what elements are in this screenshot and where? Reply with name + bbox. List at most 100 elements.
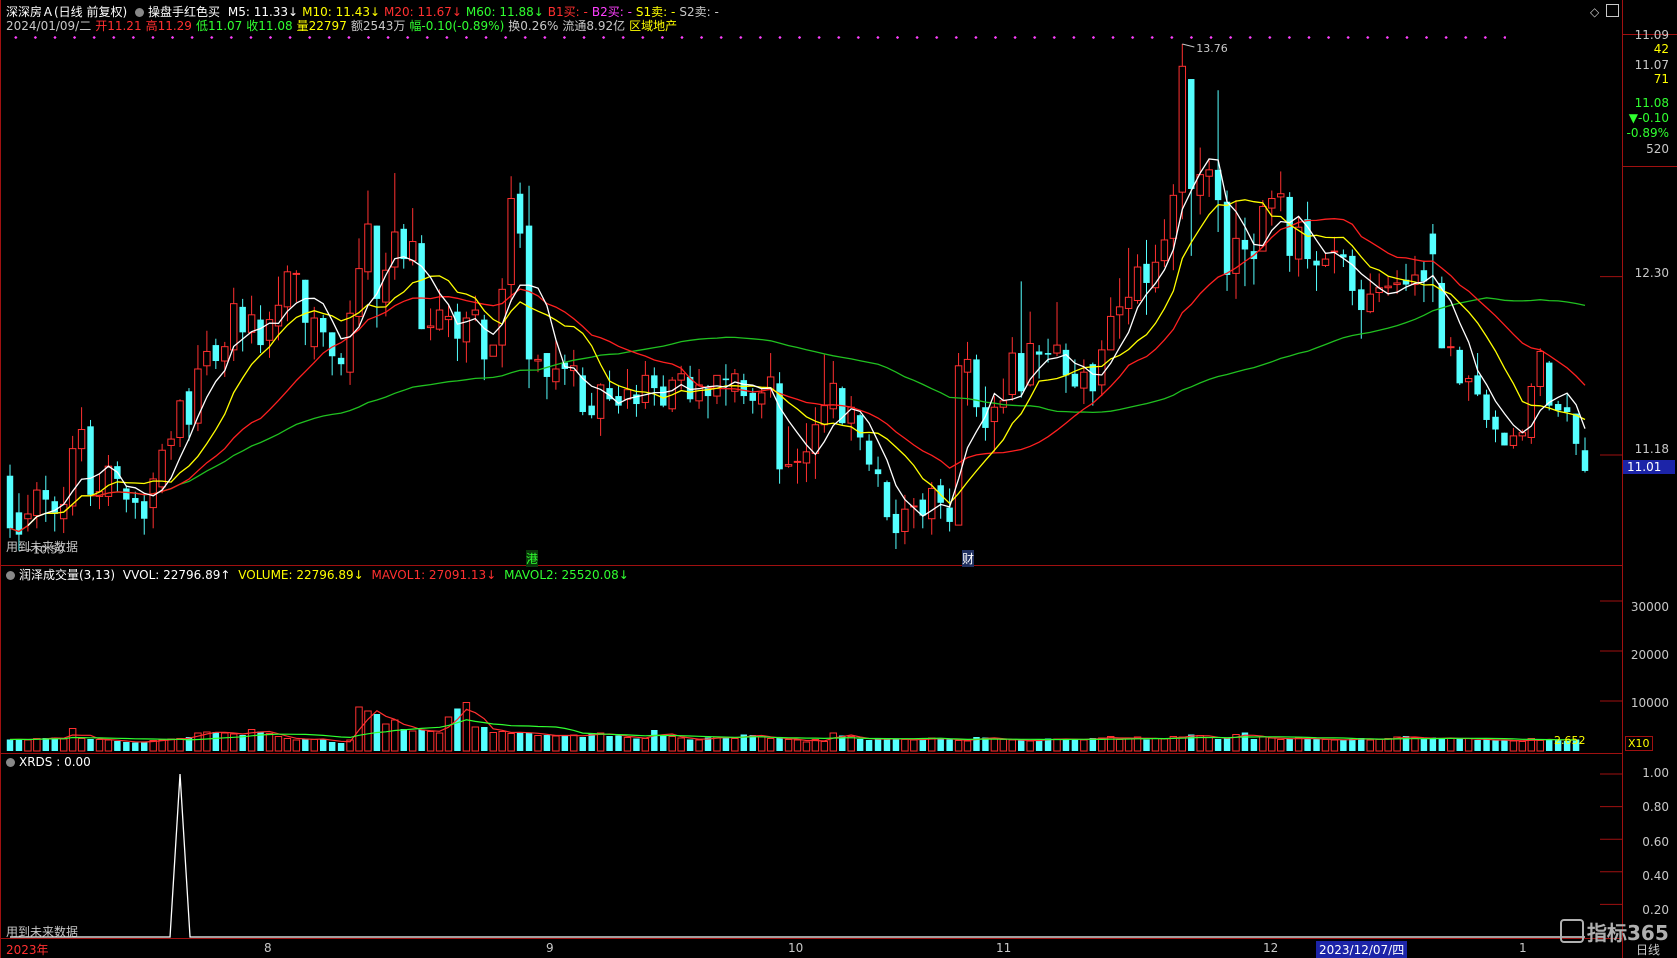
candle-body (507, 198, 515, 286)
candle (1089, 362, 1097, 406)
candle-body (1053, 344, 1061, 354)
candle-body (874, 469, 882, 475)
candle-body (1366, 293, 1374, 313)
volume-bar (1053, 738, 1061, 752)
volume-bar (132, 742, 139, 751)
candle (141, 493, 148, 535)
candle-body (1545, 362, 1553, 406)
candle (176, 399, 184, 448)
candle-body (1223, 201, 1231, 275)
volume-bar (516, 732, 524, 751)
candle (1358, 279, 1365, 339)
price-chart[interactable]: 13.7610.59 (0, 34, 1622, 564)
indicator-name[interactable]: 操盘手红色买 (148, 5, 220, 19)
volume-bar (6, 739, 14, 751)
candle (1268, 190, 1276, 226)
current-price-tag: 11.01 (1623, 460, 1675, 474)
volume-bar (660, 735, 667, 751)
quote-value-0: 11.09 (1634, 28, 1669, 42)
candle-body (1456, 349, 1463, 384)
xrds-tick: 0.40 (1642, 869, 1669, 883)
volume-bar (454, 708, 461, 751)
candle (1098, 340, 1106, 397)
candle-body (1483, 394, 1490, 420)
marker-gang[interactable]: 港 (526, 550, 539, 567)
candle-body (132, 498, 139, 503)
x-label: 10 (788, 941, 804, 955)
candle (265, 311, 274, 358)
crosshair-date: 2023/12/07/四 (1316, 941, 1408, 958)
candle (757, 388, 766, 419)
candle-body (1277, 193, 1285, 198)
volume-chart[interactable] (0, 566, 1622, 753)
candle (811, 407, 820, 479)
volume-bar (570, 734, 578, 752)
x-axis-line (0, 938, 1622, 939)
volume-last-label: 2.652 (1554, 734, 1586, 747)
volume-bar (328, 742, 336, 751)
candle (230, 287, 238, 362)
quote-value-6: -0.89% (1626, 126, 1669, 140)
volume-bar (489, 732, 497, 752)
candle (579, 367, 586, 416)
candle (865, 434, 873, 471)
volume-bar (141, 741, 148, 751)
candle-body (1447, 346, 1455, 349)
candle-body (203, 350, 211, 367)
volume-bar (874, 738, 882, 751)
xrds-chart[interactable] (0, 754, 1622, 938)
candle (364, 190, 372, 280)
volume-bar (928, 737, 936, 752)
volume-bar (1080, 739, 1088, 752)
candle-body (239, 306, 246, 333)
indicator-icon[interactable] (135, 8, 145, 17)
candle-body (892, 513, 900, 534)
candle (651, 367, 658, 406)
ma-item-1: M10: 11.43↓ (302, 5, 381, 19)
info-item-7: 幅-0.10(-0.89%) (409, 19, 505, 33)
candle (1143, 239, 1150, 315)
marker-cai[interactable]: 财 (962, 550, 975, 567)
candle (892, 499, 900, 549)
candle (1349, 249, 1356, 306)
candle (820, 354, 829, 433)
candle (274, 276, 283, 341)
volume-bar (382, 723, 390, 752)
window-toggle-icon[interactable] (1606, 4, 1619, 17)
candle (1492, 410, 1499, 443)
stock-title[interactable]: 深深房Ａ(日线 前复权) (6, 5, 127, 19)
candle (1321, 252, 1330, 268)
volume-bar (937, 739, 944, 751)
candle (1563, 394, 1571, 422)
candle (346, 300, 354, 385)
candle (1509, 427, 1518, 449)
candle-body (793, 460, 802, 463)
volume-bar (954, 740, 963, 752)
volume-bar (1178, 736, 1187, 752)
volume-bar (525, 732, 533, 751)
mavol2-line (9, 719, 1577, 741)
candle (1205, 160, 1213, 197)
candle (1133, 254, 1142, 304)
candle-body (400, 228, 407, 260)
diamond-icon[interactable]: ◇ (1590, 5, 1599, 19)
volume-bar (68, 728, 77, 752)
x-label: 12 (1263, 941, 1279, 955)
ma-legend: M5: 11.33↓ M10: 11.43↓ M20: 11.67↓ M60: 11.… (228, 5, 723, 19)
candle (1115, 278, 1124, 339)
volume-bar (579, 737, 586, 751)
volume-bar (963, 740, 972, 752)
ma-item-2: M20: 11.67↓ (384, 5, 462, 19)
volume-bar (686, 739, 694, 751)
candle (489, 344, 497, 357)
candle (1026, 311, 1034, 387)
candle-body (24, 513, 32, 520)
xrds-tick: 0.60 (1642, 835, 1669, 849)
quote-value-7: 520 (1646, 142, 1669, 156)
candle-body (1241, 239, 1249, 250)
candle (132, 491, 139, 519)
candle (1035, 345, 1043, 379)
candle (1447, 337, 1455, 357)
volume-bar (24, 739, 32, 752)
volume-bar (1438, 738, 1446, 751)
